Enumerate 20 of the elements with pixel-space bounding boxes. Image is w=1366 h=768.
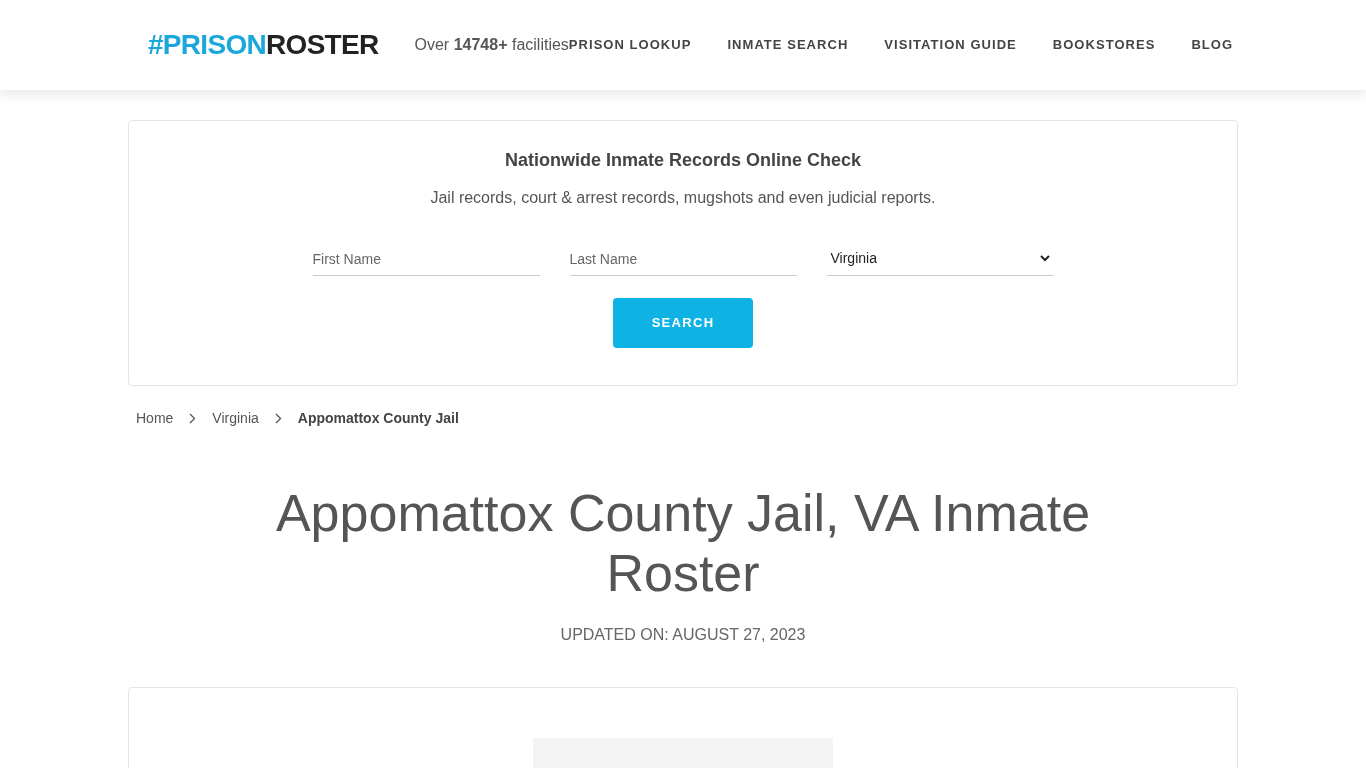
nav-link[interactable]: INMATE SEARCH (727, 35, 849, 55)
last-name-field[interactable]: Last Name (569, 242, 797, 276)
nav-link[interactable]: BOOKSTORES (1052, 35, 1156, 55)
first-name-field[interactable]: First Name (312, 242, 540, 276)
breadcrumb-link[interactable]: Home (136, 408, 174, 429)
state-dropdown[interactable]: Virginia (826, 242, 1054, 276)
chevron-right-icon (189, 413, 197, 424)
breadcrumb-current: Appomattox County Jail (297, 409, 459, 428)
site-logo[interactable]: #PRISONROSTER (148, 31, 379, 59)
chevron-right-icon (274, 413, 282, 424)
chevron-down-icon (1039, 255, 1050, 262)
facility-count: Over 14748+ facilities (414, 35, 569, 55)
nav-link[interactable]: VISITATION GUIDE (884, 35, 1017, 55)
updated-date: UPDATED ON: AUGUST 27, 2023 (559, 625, 807, 645)
search-subtitle: Jail records, court & arrest records, mugshots and even judicial reports. (430, 188, 936, 208)
nav-link[interactable]: BLOG (1191, 35, 1234, 55)
search-title: Nationwide Inmate Records Online Check (504, 149, 862, 172)
page-title: Appomattox County Jail, VA Inmate Roster (274, 483, 1092, 603)
nav-link[interactable]: PRISON LOOKUP (568, 35, 692, 55)
breadcrumb-link[interactable]: Virginia (212, 408, 259, 429)
